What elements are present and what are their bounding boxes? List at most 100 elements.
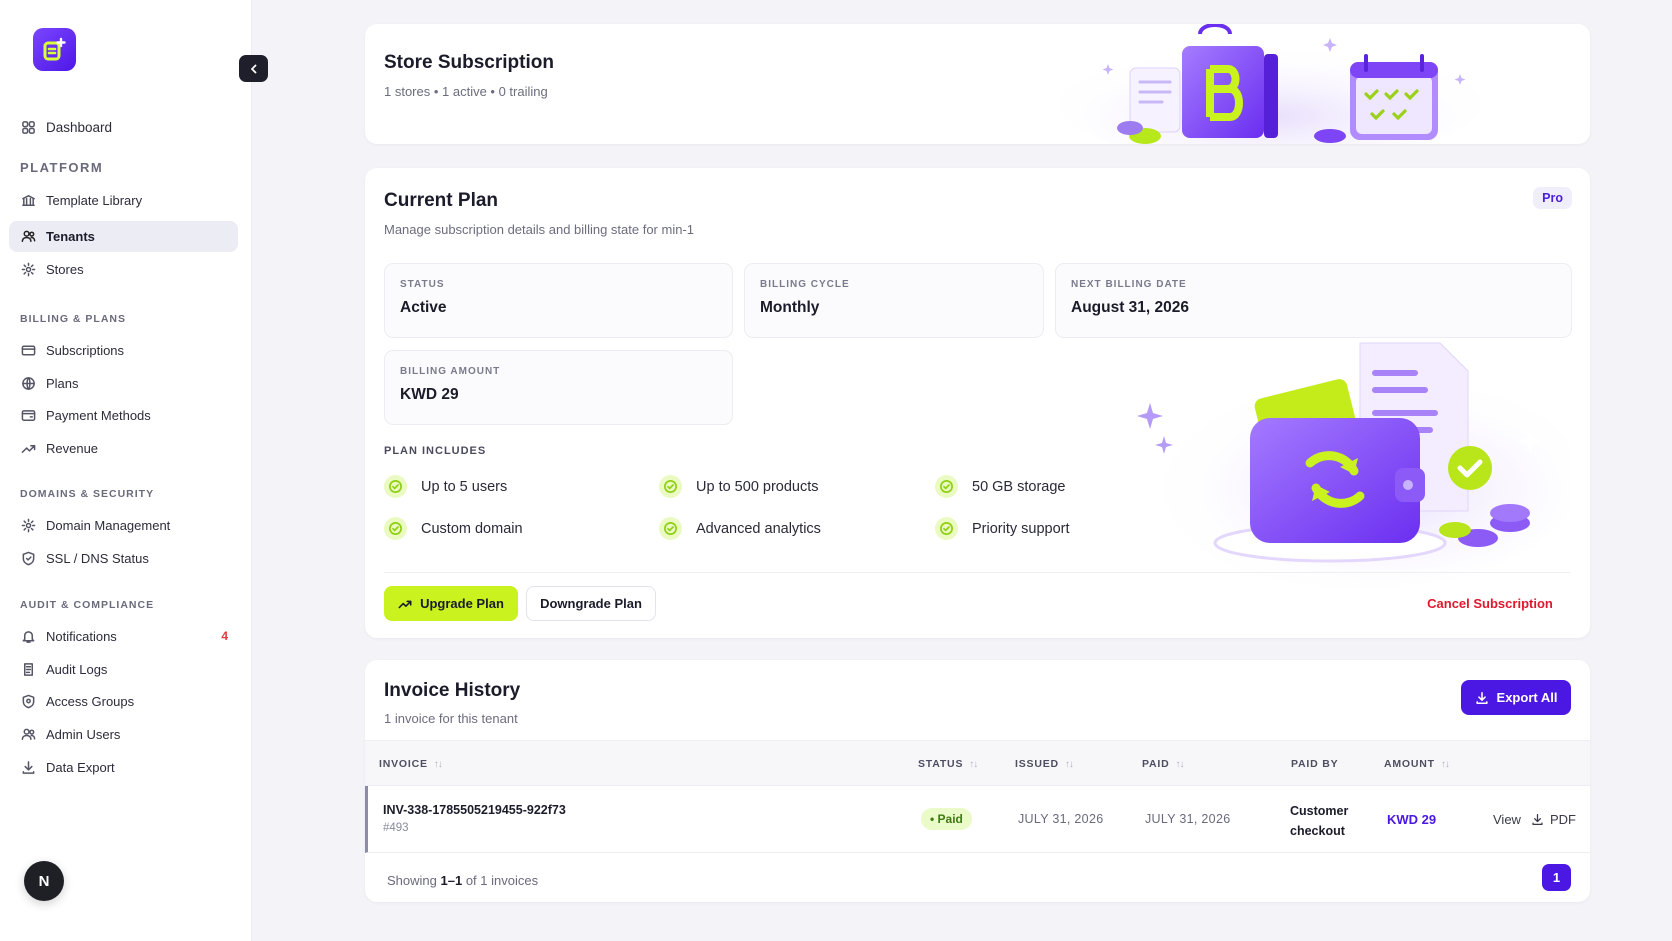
sidebar-item-plans[interactable]: Plans	[9, 368, 238, 399]
sidebar-item-label: Domain Management	[46, 518, 171, 533]
sort-icon: ↑↓	[1064, 758, 1074, 770]
bell-icon	[20, 629, 36, 645]
stat-label: BILLING CYCLE	[760, 279, 850, 290]
column-header-label: INVOICE	[379, 758, 428, 770]
wallet-illustration	[1137, 342, 1570, 588]
check-circle-icon	[659, 475, 682, 498]
cancel-subscription-label: Cancel Subscription	[1427, 596, 1553, 611]
export-all-button[interactable]: Export All	[1461, 680, 1571, 715]
download-pdf-link[interactable]: PDF	[1531, 812, 1576, 827]
feature-item: 50 GB storage	[935, 475, 1066, 498]
stat-value: KWD 29	[400, 386, 459, 403]
paid-by: Customer checkout	[1290, 801, 1348, 841]
page-button[interactable]: 1	[1542, 864, 1571, 891]
invoice-table-header: INVOICE ↑↓ STATUS ↑↓ ISSUED ↑↓ PAID ↑↓ PAID …	[365, 740, 1590, 786]
sidebar-item-template-library[interactable]: Template Library	[9, 185, 238, 216]
sidebar-item-stores[interactable]: Stores	[9, 254, 238, 285]
sidebar-collapse-button[interactable]	[239, 55, 268, 82]
stat-label: NEXT BILLING DATE	[1071, 279, 1187, 290]
column-header-paid[interactable]: PAID ↑↓	[1142, 758, 1185, 770]
current-plan-subtitle: Manage subscription details and billing …	[384, 222, 695, 237]
sidebar-item-label: SSL / DNS Status	[46, 551, 149, 566]
sidebar-item-label: Tenants	[46, 229, 95, 244]
plan-includes-label: PLAN INCLUDES	[384, 445, 487, 457]
download-icon	[1475, 691, 1488, 704]
invoice-history-title: Invoice History	[384, 680, 521, 701]
table-row[interactable]: INV-338-1785505219455-922f73 #493 • Paid…	[365, 786, 1590, 853]
globe-icon	[20, 376, 36, 392]
column-header-label: STATUS	[918, 758, 964, 770]
sidebar-item-revenue[interactable]: Revenue	[9, 433, 238, 464]
pagination-prefix: Showing	[387, 873, 437, 888]
current-plan-card: Current Plan Manage subscription details…	[365, 168, 1590, 638]
invoice-history-card: Invoice History 1 invoice for this tenan…	[365, 660, 1590, 902]
cancel-subscription-button[interactable]: Cancel Subscription	[1420, 586, 1560, 621]
paid-by-line: checkout	[1290, 824, 1345, 838]
sidebar-item-domain-management[interactable]: Domain Management	[9, 510, 238, 541]
download-pdf-label: PDF	[1550, 812, 1576, 827]
invoice-reference: #493	[383, 822, 409, 834]
shield-icon	[20, 551, 36, 567]
user-avatar[interactable]: N	[24, 861, 64, 901]
sidebar-item-subscriptions[interactable]: Subscriptions	[9, 335, 238, 366]
app-logo[interactable]	[33, 28, 76, 71]
users-icon	[20, 229, 36, 245]
trend-up-icon	[20, 441, 36, 457]
gear-icon	[20, 518, 36, 534]
sort-icon: ↑↓	[1440, 758, 1450, 770]
upgrade-plan-button[interactable]: Upgrade Plan	[384, 586, 518, 621]
column-header-amount[interactable]: AMOUNT ↑↓	[1384, 758, 1450, 770]
sidebar-item-access-groups[interactable]: Access Groups	[9, 686, 238, 717]
section-label-billing: BILLING & PLANS	[20, 313, 126, 325]
invoice-number: INV-338-1785505219455-922f73	[383, 803, 566, 817]
sidebar-item-label: Payment Methods	[46, 408, 151, 423]
sort-icon: ↑↓	[969, 758, 978, 770]
sidebar-item-payment-methods[interactable]: Payment Methods	[9, 400, 238, 431]
sidebar-item-admin-users[interactable]: Admin Users	[9, 719, 238, 750]
paid-date: JULY 31, 2026	[1145, 812, 1231, 826]
stat-label: BILLING AMOUNT	[400, 366, 501, 377]
view-invoice-link[interactable]: View	[1493, 812, 1521, 827]
shield-icon	[20, 694, 36, 710]
stat-value: August 31, 2026	[1071, 299, 1190, 316]
store-subscription-summary: 1 stores • 1 active • 0 trailing	[384, 84, 548, 99]
feature-item: Advanced analytics	[659, 517, 821, 540]
sidebar-item-label: Stores	[46, 262, 84, 277]
chevron-left-icon	[250, 64, 256, 73]
column-header-invoice[interactable]: INVOICE ↑↓	[379, 758, 443, 770]
logo-icon	[43, 37, 66, 60]
check-circle-icon	[935, 517, 958, 540]
column-header-label: ISSUED	[1015, 758, 1059, 770]
sidebar-item-dashboard[interactable]: Dashboard	[9, 112, 238, 143]
column-header-status[interactable]: STATUS ↑↓	[918, 758, 978, 770]
sidebar-item-label: Admin Users	[46, 727, 121, 742]
status-badge-label: Paid	[937, 812, 963, 826]
downgrade-plan-button[interactable]: Downgrade Plan	[526, 586, 656, 621]
store-subscription-title: Store Subscription	[384, 52, 554, 73]
download-icon	[20, 760, 36, 776]
pagination-suffix: of 1 invoices	[465, 873, 539, 888]
card-icon	[20, 343, 36, 359]
invoice-history-subtitle: 1 invoice for this tenant	[384, 711, 518, 726]
sidebar-item-audit-logs[interactable]: Audit Logs	[9, 654, 238, 685]
sidebar-item-data-export[interactable]: Data Export	[9, 752, 238, 783]
feature-label: 50 GB storage	[972, 478, 1066, 495]
scroll-icon	[20, 662, 36, 678]
feature-item: Custom domain	[384, 517, 523, 540]
feature-item: Priority support	[935, 517, 1070, 540]
check-circle-icon	[935, 475, 958, 498]
feature-label: Priority support	[972, 520, 1070, 537]
sidebar-item-notifications[interactable]: Notifications 4	[9, 621, 238, 652]
sidebar-item-label: Dashboard	[46, 120, 113, 135]
sidebar-item-label: Access Groups	[46, 694, 135, 709]
export-all-label: Export All	[1496, 690, 1558, 705]
plan-tier-badge: Pro	[1533, 187, 1572, 209]
column-header-label: AMOUNT	[1384, 758, 1435, 770]
column-header-paid-by: PAID BY	[1291, 758, 1338, 770]
sidebar-item-label: Revenue	[46, 441, 99, 456]
status-badge: • Paid	[921, 808, 972, 830]
sidebar-item-ssl-dns[interactable]: SSL / DNS Status	[9, 543, 238, 574]
column-header-issued[interactable]: ISSUED ↑↓	[1015, 758, 1074, 770]
wallet-icon	[20, 408, 36, 424]
sidebar-item-tenants[interactable]: Tenants	[9, 221, 238, 252]
